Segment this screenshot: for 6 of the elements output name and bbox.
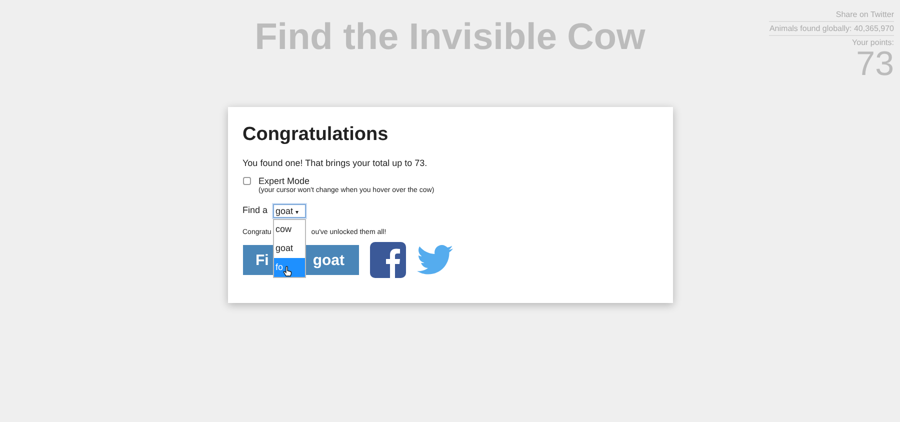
card-heading: Congratulations <box>242 124 390 146</box>
points-label: Your points: <box>852 38 894 47</box>
found-message: You found one! That brings your total up to 73. <box>242 158 428 168</box>
expert-mode-label: Expert Mode <box>258 176 311 186</box>
find-label: Find a <box>242 205 268 215</box>
animals-found-count: Animals found globally: 40,365,970 <box>769 21 894 36</box>
